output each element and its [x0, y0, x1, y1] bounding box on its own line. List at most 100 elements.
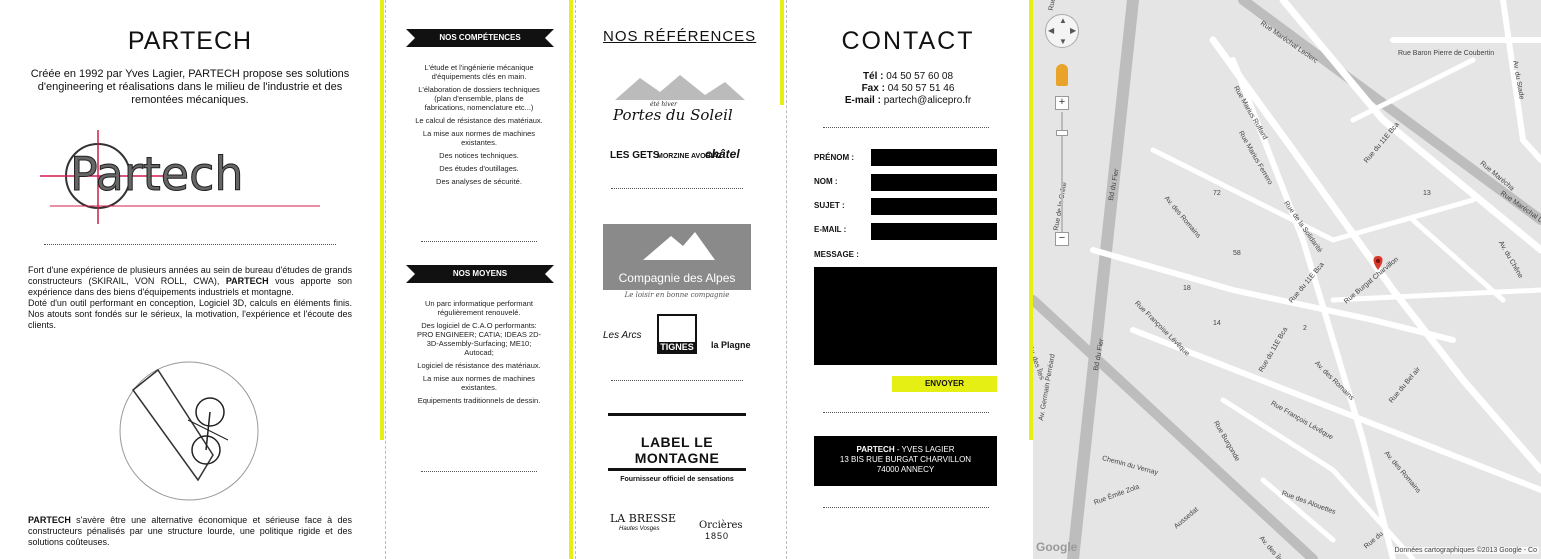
house-number: 14 — [1213, 320, 1221, 327]
address-company: PARTECH — [856, 445, 895, 454]
divider — [421, 241, 537, 242]
alternative-text: PARTECH s'avère être une alternative éco… — [28, 515, 352, 548]
street-label: Rue Baron Pierre de Coubertin — [1398, 50, 1495, 57]
references-column: NOS RÉFÉRENCES été hiver Portes du Solei… — [575, 0, 783, 559]
divider — [611, 380, 743, 381]
email-label: E-mail : — [844, 95, 881, 106]
yellow-accent-bar — [780, 0, 784, 105]
zoom-in-button[interactable]: + — [1055, 96, 1069, 110]
competence-item: L'élaboration de dossiers techniques (pl… — [418, 85, 540, 112]
pan-left-icon[interactable]: ◀ — [1048, 26, 1054, 35]
chatel-text: châtel — [705, 147, 740, 161]
experience-text: Fort d'une expérience de plusieurs année… — [28, 265, 352, 331]
address-city: 74000 ANNECY — [876, 465, 935, 474]
experience-bold: PARTECH — [225, 276, 269, 286]
email-link[interactable]: partech@alicepro.fr — [884, 95, 971, 106]
cda-tagline: Le loisir en bonne compagnie — [624, 291, 730, 299]
moyen-item: Logiciel de résistance des matériaux. — [417, 361, 541, 370]
yellow-accent-bar — [380, 0, 384, 440]
divider — [421, 471, 537, 472]
nom-label: NOM : — [814, 177, 838, 186]
about-column: PARTECH Créée en 1992 par Yves Lagier, P… — [0, 0, 380, 559]
tignes-text: TIGNES — [659, 342, 695, 352]
portes-text: Portes du Soleil — [612, 106, 733, 124]
zoom-slider-tick — [1056, 130, 1068, 136]
alternative-tail: s'avère être une alternative économique … — [28, 515, 352, 547]
portes-du-soleil-logo: été hiver Portes du Soleil LES GETS MORZ… — [610, 75, 745, 161]
moyens-list: Un parc informatique performant régulièr… — [415, 299, 543, 409]
pan-right-icon[interactable]: ▶ — [1070, 26, 1076, 35]
partech-logo: Partech — [40, 130, 320, 224]
tel-value: 04 50 57 60 08 — [886, 71, 954, 82]
divider — [823, 127, 989, 128]
send-button[interactable]: ENVOYER — [892, 376, 997, 392]
moyen-item: La mise aux normes de machines existante… — [422, 374, 536, 392]
intro-text: Créée en 1992 par Yves Lagier, PARTECH p… — [30, 68, 350, 106]
pan-control[interactable]: ▲ ▼ ◀ ▶ — [1045, 14, 1079, 48]
orcieres-year: 1850 — [705, 531, 730, 541]
cda-text: Compagnie des Alpes — [618, 271, 736, 285]
sujet-field[interactable] — [871, 198, 997, 215]
map-roads — [1033, 0, 1541, 559]
divider — [823, 507, 989, 508]
bresse-tagline: Hautes Vosges — [619, 526, 660, 532]
tignes-logo: TIGNES — [657, 314, 697, 354]
map-attribution[interactable]: Données cartographiques ©2013 Google - C… — [1392, 547, 1539, 554]
label-text: LABEL LE MONTAGNE — [634, 434, 720, 466]
label-tagline: Fournisseur officiel de sensations — [620, 476, 734, 483]
pan-down-icon[interactable]: ▼ — [1059, 37, 1067, 46]
fax-value: 04 50 57 51 46 — [887, 83, 955, 94]
pan-up-icon[interactable]: ▲ — [1059, 16, 1067, 25]
email-field[interactable] — [871, 223, 997, 240]
les-gets-text: LES GETS — [610, 150, 660, 161]
partech-title: PARTECH — [127, 27, 253, 55]
competence-item: Des études d'outillages. — [439, 164, 519, 173]
zoom-out-button[interactable]: − — [1055, 232, 1069, 246]
google-logo: Google — [1036, 540, 1078, 554]
competences-list: L'étude et l'ingénierie mécanique d'équi… — [415, 63, 543, 190]
moyen-item: Un parc informatique performant régulièr… — [425, 299, 533, 317]
divider — [823, 412, 989, 413]
competences-banner: NOS COMPÉTENCES — [406, 29, 554, 47]
address-block: PARTECH - YVES LAGIER 13 BIS RUE BURGAT … — [814, 436, 997, 486]
orcieres-logo: Orcières — [699, 520, 743, 531]
competence-item: La mise aux normes de machines existante… — [422, 129, 536, 147]
les-arcs-logo: Les Arcs — [603, 330, 642, 341]
competence-item: Des notices techniques. — [439, 151, 519, 160]
address-street: 13 BIS RUE BURGAT CHARVILLON — [839, 455, 972, 464]
nom-field[interactable] — [871, 174, 997, 191]
bike-rack-illustration — [119, 361, 259, 501]
contact-column: CONTACT Tél : 04 50 57 60 08 Fax : 04 50… — [787, 0, 1029, 559]
divider — [44, 244, 336, 245]
house-number: 13 — [1423, 190, 1431, 197]
fax-label: Fax : — [861, 83, 885, 94]
address-name: - YVES LAGIER — [894, 445, 955, 454]
tools-text: Doté d'un outil performant en conception… — [28, 298, 352, 330]
competence-item: Le calcul de résistance des matériaux. — [415, 116, 543, 125]
message-field[interactable] — [814, 267, 997, 365]
skills-column: NOS COMPÉTENCES L'étude et l'ingénierie … — [385, 0, 573, 559]
tel-label: Tél : — [862, 71, 884, 82]
house-number: 2 — [1303, 325, 1307, 332]
label-montagne-logo: LABEL LE MONTAGNE — [608, 413, 746, 471]
yellow-accent-bar — [569, 0, 573, 559]
logo-wordmark: Partech — [70, 147, 244, 201]
house-number: 72 — [1213, 190, 1221, 197]
sujet-label: SUJET : — [814, 201, 845, 210]
house-number: 58 — [1233, 250, 1241, 257]
contact-title: CONTACT — [841, 27, 975, 55]
alternative-bold: PARTECH — [28, 515, 71, 525]
prenom-field[interactable] — [871, 149, 997, 166]
references-title: NOS RÉFÉRENCES — [603, 28, 757, 45]
street-view-pegman-icon[interactable] — [1056, 64, 1068, 86]
contact-details: Tél : 04 50 57 60 08 Fax : 04 50 57 51 4… — [787, 71, 1029, 107]
moyens-banner: NOS MOYENS — [406, 265, 554, 283]
moyen-item: Equipements traditionnels de dessin. — [417, 396, 541, 405]
compagnie-des-alpes-logo: Compagnie des Alpes — [603, 224, 751, 290]
competence-item: L'étude et l'ingénierie mécanique d'équi… — [424, 63, 534, 81]
moyen-item: Des logiciel de C.A.O performants: PRO E… — [416, 321, 542, 357]
la-plagne-logo: la Plagne — [711, 340, 751, 350]
map-widget[interactable]: Rue Maréchal Leclerc Rue Baron Pierre de … — [1033, 0, 1541, 559]
competence-item: Des analyses de sécurité. — [436, 177, 522, 186]
house-number: 18 — [1183, 285, 1191, 292]
